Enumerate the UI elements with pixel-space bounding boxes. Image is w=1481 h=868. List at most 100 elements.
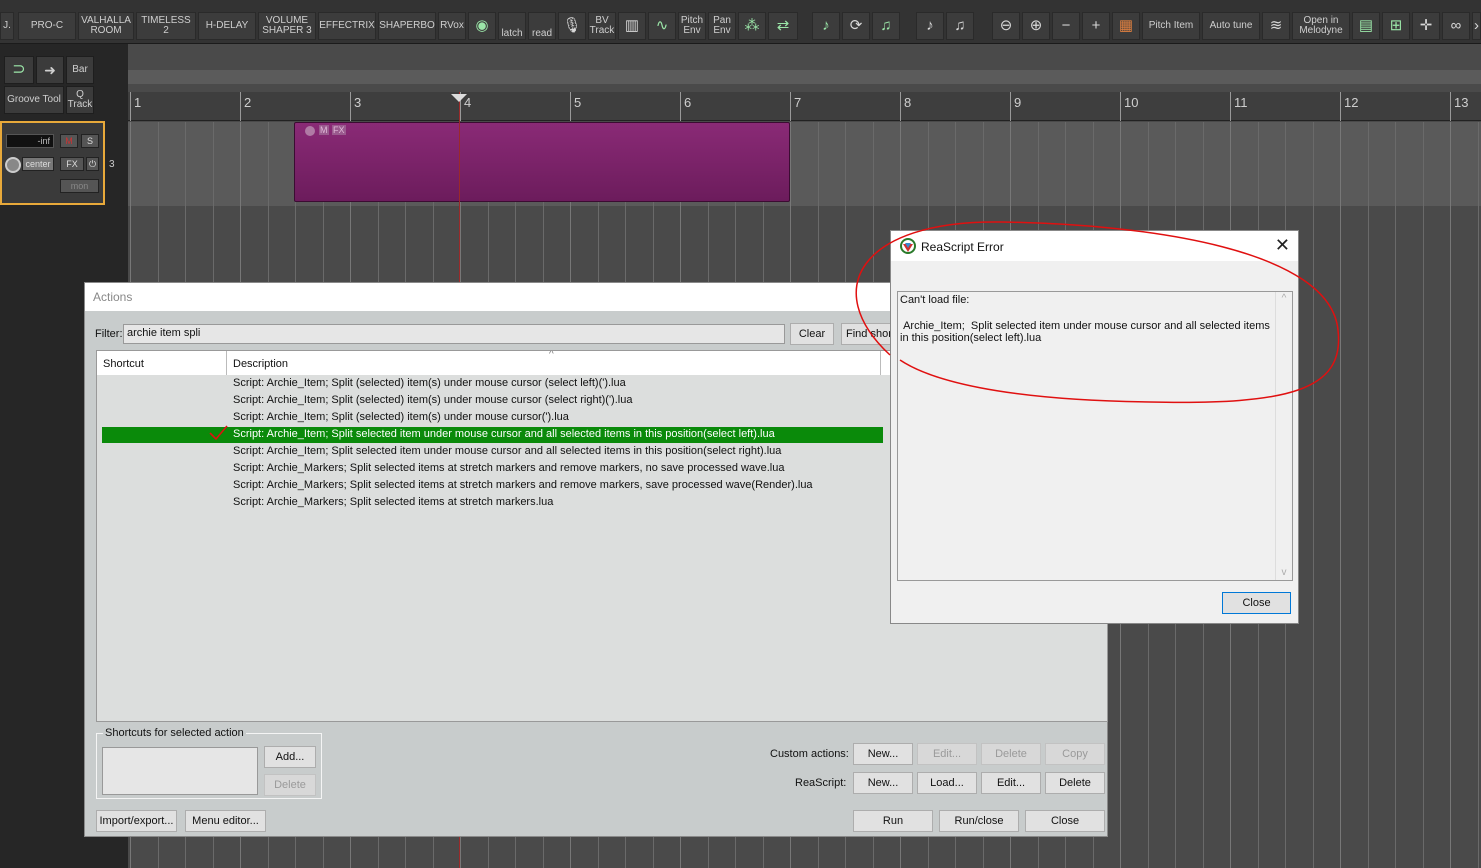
reascript-load-button[interactable]: Load... <box>917 772 977 794</box>
toolbar-button-shaperbox[interactable]: SHAPERBO <box>378 12 436 40</box>
error-message-box[interactable]: Can't load file: Archie_Item; Split sele… <box>897 291 1293 581</box>
add-shortcut-button[interactable]: Add... <box>264 746 316 768</box>
track-header[interactable]: -inf M S center FX ⏻ mon 3 <box>0 121 115 205</box>
arrow-right-icon[interactable]: ➜ <box>36 56 64 84</box>
item-fx-badge[interactable]: FX <box>332 125 346 135</box>
error-titlebar: ReaScript Error ✕ <box>891 231 1298 261</box>
timeline-overview[interactable] <box>128 70 1481 84</box>
custom-new-button[interactable]: New... <box>853 743 913 765</box>
action-row-selected[interactable]: Script: Archie_Item; Split selected item… <box>102 427 883 443</box>
note-down-icon[interactable]: ♪ <box>812 12 840 40</box>
close-icon[interactable]: ✕ <box>1275 235 1290 256</box>
timeline-ruler[interactable]: 1 2 3 4 5 6 7 8 9 10 11 12 13 <box>128 92 1481 121</box>
action-row[interactable]: Script: Archie_Markers; Split selected i… <box>102 478 883 494</box>
minus-icon[interactable]: − <box>1052 12 1080 40</box>
ruler-number: 2 <box>244 95 252 110</box>
reascript-delete-button[interactable]: Delete <box>1045 772 1105 794</box>
q-track-button[interactable]: Q Track <box>66 86 94 114</box>
run-button[interactable]: Run <box>853 810 933 832</box>
toolbar-button-volume-shaper[interactable]: VOLUME SHAPER 3 <box>258 12 316 40</box>
power-icon[interactable]: ⏻ <box>86 157 99 171</box>
fx-button[interactable]: FX <box>60 157 84 171</box>
description-column-header[interactable]: Description <box>227 351 881 375</box>
microphone-icon[interactable]: 🎙 <box>558 12 586 40</box>
color-icon[interactable]: ▦ <box>1112 12 1140 40</box>
solo-button[interactable]: S <box>81 134 99 148</box>
clear-button[interactable]: Clear <box>790 323 834 345</box>
toolbar-button-effectrix[interactable]: EFFECTRIX <box>318 12 376 40</box>
toolbar-button-auto-tune[interactable]: Auto tune <box>1202 12 1260 40</box>
toolbar-button-h-delay[interactable]: H-DELAY <box>198 12 256 40</box>
zoom-in-icon[interactable]: ⊕ <box>1022 12 1050 40</box>
reascript-edit-button[interactable]: Edit... <box>981 772 1041 794</box>
action-row[interactable]: Script: Archie_Item; Split (selected) it… <box>102 393 883 409</box>
action-row[interactable]: Script: Archie_Markers; Split selected i… <box>102 461 883 477</box>
toolbar-button-timeless[interactable]: TIMELESS 2 <box>136 12 196 40</box>
action-row[interactable]: Script: Archie_Item; Split (selected) it… <box>102 410 883 426</box>
run-close-button[interactable]: Run/close <box>939 810 1019 832</box>
toolbar-button-latch[interactable]: latch <box>498 12 526 40</box>
grid-line <box>1477 122 1479 868</box>
waveform-icon[interactable]: ≋ <box>1262 12 1290 40</box>
plus-icon[interactable]: + <box>1082 12 1110 40</box>
import-export-button[interactable]: Import/export... <box>96 810 177 832</box>
eye-icon[interactable]: ◉ <box>468 12 496 40</box>
item-mute-badge[interactable]: M <box>319 125 329 135</box>
close-actions-button[interactable]: Close <box>1025 810 1105 832</box>
note-up-icon[interactable]: ♫ <box>872 12 900 40</box>
toolbar-button-pitch-env[interactable]: Pitch Env <box>678 12 706 40</box>
envelope-icon[interactable]: ∿ <box>648 12 676 40</box>
delete-shortcut-button[interactable]: Delete <box>264 774 316 796</box>
toolbar-button-pitch-item[interactable]: Pitch Item <box>1142 12 1200 40</box>
add-track-icon[interactable]: ⊞ <box>1382 12 1410 40</box>
input-monitor-button[interactable]: mon <box>60 179 99 193</box>
layout-icon[interactable]: ▤ <box>1352 12 1380 40</box>
action-description: Script: Archie_Item; Split selected item… <box>233 428 775 440</box>
ruler-tick <box>570 92 571 121</box>
filter-input[interactable]: archie item spli <box>123 324 785 344</box>
ruler-number: 11 <box>1234 95 1248 110</box>
media-item[interactable]: M FX <box>294 122 790 202</box>
groove-tool-button[interactable]: Groove Tool <box>4 86 64 114</box>
error-scrollbar[interactable]: ^ v <box>1275 292 1292 580</box>
bar-button[interactable]: Bar <box>66 56 94 84</box>
toolbar-button-read[interactable]: read <box>528 12 556 40</box>
more-icon[interactable]: › <box>1472 12 1481 40</box>
routing-icon[interactable]: ⇄ <box>768 12 798 40</box>
zoom-out-icon[interactable]: ⊖ <box>992 12 1020 40</box>
shortcut-column-header[interactable]: Shortcut <box>97 351 227 375</box>
tape-icon[interactable]: ∞ <box>1442 12 1470 40</box>
toolbar-button-j[interactable]: J. <box>0 12 14 40</box>
shortcuts-list[interactable] <box>102 747 258 795</box>
toolbar-button-rvox[interactable]: RVox <box>438 12 466 40</box>
toolbar-button-pan-env[interactable]: Pan Env <box>708 12 736 40</box>
error-close-button[interactable]: Close <box>1222 592 1291 614</box>
menu-editor-button[interactable]: Menu editor... <box>185 810 266 832</box>
custom-copy-button[interactable]: Copy <box>1045 743 1105 765</box>
grid-icon[interactable]: ⁂ <box>738 12 766 40</box>
loop-icon[interactable]: ⟳ <box>842 12 870 40</box>
note-8va-down-icon[interactable]: ♪ <box>916 12 944 40</box>
piano-icon[interactable]: ▥ <box>618 12 646 40</box>
grid-line <box>1422 122 1424 868</box>
custom-edit-button[interactable]: Edit... <box>917 743 977 765</box>
action-row[interactable]: Script: Archie_Markers; Split selected i… <box>102 495 883 511</box>
item-lock-icon[interactable] <box>305 126 315 136</box>
mute-button[interactable]: M <box>60 134 78 148</box>
toolbar-button-valhalla-room[interactable]: VALHALLA ROOM <box>78 12 134 40</box>
snap-icon[interactable]: ⊃ <box>4 56 34 84</box>
action-description: Script: Archie_Markers; Split selected i… <box>233 479 813 491</box>
toolbar-button-pro-c[interactable]: PRO-C <box>18 12 76 40</box>
note-8va-up-icon[interactable]: ♫ <box>946 12 974 40</box>
pan-value: center <box>22 157 54 171</box>
playhead-marker-icon[interactable] <box>451 94 467 102</box>
pan-knob[interactable] <box>5 157 21 173</box>
action-row[interactable]: Script: Archie_Item; Split selected item… <box>102 444 883 460</box>
custom-delete-button[interactable]: Delete <box>981 743 1041 765</box>
toolbar-button-bv-track[interactable]: BV Track <box>588 12 616 40</box>
crosshair-icon[interactable]: ✛ <box>1412 12 1440 40</box>
ruler-tick <box>240 92 241 121</box>
reascript-new-button[interactable]: New... <box>853 772 913 794</box>
action-row[interactable]: Script: Archie_Item; Split (selected) it… <box>102 376 883 392</box>
toolbar-button-open-melodyne[interactable]: Open in Melodyne <box>1292 12 1350 40</box>
